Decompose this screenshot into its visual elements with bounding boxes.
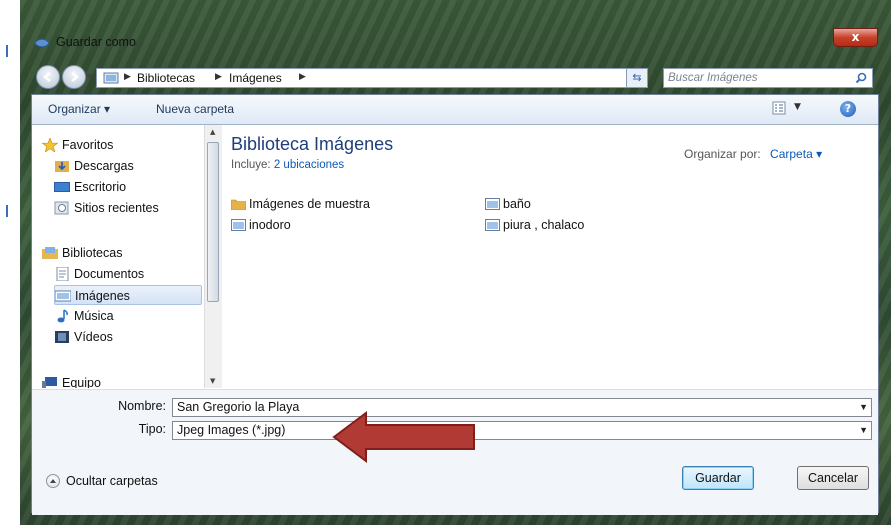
sidebar-item-label: Bibliotecas [62, 246, 123, 260]
background-mark [6, 45, 8, 57]
arrange-by-dropdown[interactable]: Carpeta ▾ [770, 147, 822, 161]
help-icon[interactable]: ? [840, 101, 856, 117]
file-name-dropdown-icon[interactable]: ▼ [859, 399, 868, 416]
folder-icon [231, 199, 246, 210]
libraries-icon [42, 247, 58, 259]
recent-places-icon [54, 201, 69, 215]
search-box[interactable] [663, 68, 873, 88]
scroll-down-icon[interactable]: ▼ [210, 377, 215, 385]
sidebar-item-label: Equipo [62, 376, 101, 388]
sidebar-item-escritorio[interactable]: Escritorio [54, 177, 202, 197]
sidebar-item-equipo[interactable]: Equipo [42, 373, 202, 388]
back-button[interactable] [36, 65, 60, 89]
pictures-icon [55, 290, 71, 302]
red-arrow-annotation [332, 411, 475, 463]
sidebar-item-documentos[interactable]: Documentos [54, 264, 202, 284]
desktop-icon [54, 182, 70, 192]
sidebar-item-label: Imágenes [75, 289, 130, 303]
file-name: baño [503, 197, 531, 211]
arrange-by-label: Organizar por: [684, 147, 761, 161]
sidebar-item-descargas[interactable]: Descargas [54, 156, 202, 176]
sidebar-item-label: Sitios recientes [74, 201, 159, 215]
sidebar-item-label: Descargas [74, 159, 134, 173]
image-file-icon [485, 198, 500, 210]
sidebar-item-label: Documentos [74, 267, 145, 281]
documents-icon [56, 267, 69, 281]
breadcrumb-separator-icon[interactable]: ▶ [299, 72, 306, 82]
file-type-dropdown-icon[interactable]: ▼ [859, 422, 868, 439]
view-options-icon[interactable] [772, 101, 786, 115]
file-name-value: San Gregorio la Playa [177, 400, 300, 414]
arrange-by: Organizar por: Carpeta ▾ [684, 147, 822, 161]
breadcrumb-separator-icon[interactable]: ▶ [215, 72, 222, 82]
search-input[interactable] [668, 70, 838, 86]
sidebar-item-sitios-recientes[interactable]: Sitios recientes [54, 198, 202, 218]
breadcrumb-imagenes[interactable]: Imágenes [229, 71, 282, 85]
sidebar-item-label: Favoritos [62, 138, 114, 152]
collapse-icon [46, 474, 60, 488]
scroll-up-icon[interactable]: ▲ [210, 128, 215, 136]
type-label: Tipo: [138, 422, 166, 436]
organize-button[interactable]: Organizar ▾ [48, 102, 110, 116]
library-includes-prefix: Incluye: [231, 159, 271, 171]
background-strip [0, 0, 20, 525]
forward-button[interactable] [62, 65, 86, 89]
file-name: inodoro [249, 218, 291, 232]
background-mark [6, 205, 8, 217]
star-icon [42, 138, 58, 152]
breadcrumb-bibliotecas[interactable]: Bibliotecas [137, 71, 195, 85]
sidebar-item-imagenes[interactable]: Imágenes [54, 285, 202, 305]
breadcrumb-separator-icon[interactable]: ▶ [124, 72, 131, 82]
view-dropdown-icon[interactable]: ▼ [794, 102, 801, 112]
history-dropdown-icon[interactable]: ▼ [86, 72, 92, 81]
scrollbar-thumb[interactable] [207, 142, 219, 302]
hide-folders-label: Ocultar carpetas [66, 474, 158, 488]
file-name: Imágenes de muestra [249, 197, 370, 211]
image-file-icon [485, 219, 500, 231]
navigation-scrollbar[interactable]: ▲ ▼ [204, 125, 222, 388]
library-includes: Incluye: 2 ubicaciones [231, 159, 344, 171]
name-label: Nombre: [118, 399, 166, 413]
videos-icon [55, 331, 69, 343]
forward-arrow-icon [71, 72, 80, 82]
library-icon [103, 72, 119, 84]
sidebar-item-favoritos[interactable]: Favoritos [42, 135, 202, 155]
address-bar[interactable]: ▶ Bibliotecas ▶ Imágenes ▶ ▼ [96, 68, 647, 88]
save-dialog-icon [34, 38, 50, 48]
sidebar-item-bibliotecas[interactable]: Bibliotecas [42, 243, 202, 263]
cancel-button[interactable]: Cancelar [797, 466, 869, 490]
save-button[interactable]: Guardar [682, 466, 754, 490]
file-type-select[interactable]: Jpeg Images (*.jpg) ▼ [172, 421, 872, 440]
file-type-value: Jpeg Images (*.jpg) [177, 423, 286, 437]
command-toolbar: Organizar ▾ Nueva carpeta ▼ ? [32, 95, 878, 125]
window-title: Guardar como [56, 35, 136, 49]
title-bar[interactable]: Guardar como x [26, 27, 886, 59]
image-file-icon [231, 219, 246, 231]
refresh-button[interactable]: ⇆ [626, 68, 648, 88]
sidebar-item-musica[interactable]: Música [54, 306, 202, 326]
sidebar-item-label: Vídeos [74, 330, 113, 344]
close-button[interactable]: x [833, 28, 878, 47]
computer-icon [42, 377, 57, 388]
new-folder-button[interactable]: Nueva carpeta [156, 102, 234, 116]
file-name-field[interactable]: San Gregorio la Playa ▼ [172, 398, 872, 417]
downloads-folder-icon [55, 161, 69, 172]
sidebar-item-videos[interactable]: Vídeos [54, 327, 202, 347]
search-icon[interactable] [855, 72, 867, 84]
music-icon [57, 309, 68, 323]
library-title: Biblioteca Imágenes [231, 134, 394, 154]
back-arrow-icon [42, 72, 51, 82]
file-name: piura , chalaco [503, 218, 585, 232]
address-row: ▼ ▶ Bibliotecas ▶ Imágenes ▶ ▼ ⇆ [26, 60, 886, 92]
navigation-pane: Favoritos Descargas Escritorio Sitios re… [32, 125, 204, 388]
library-locations-link[interactable]: 2 ubicaciones [274, 159, 344, 171]
sidebar-item-label: Música [74, 309, 114, 323]
sidebar-item-label: Escritorio [74, 180, 127, 194]
